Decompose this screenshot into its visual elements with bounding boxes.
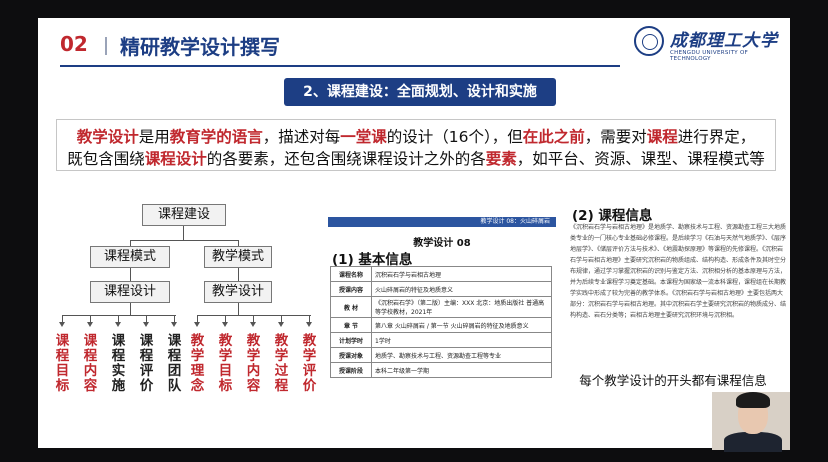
text: ，如平台、资源、课型、课程模式等 <box>516 150 765 168</box>
tree-leaf-label: 课程评价 <box>139 333 154 394</box>
table-row: 授课对象 地质学、勘察技术与工程、资源勘查工程等专业 <box>330 347 552 363</box>
table-row: 章 节第八章 火山碎屑岩 / 第一节 火山碎屑岩的特征及地质意义 <box>330 317 552 333</box>
presenter-webcam <box>712 392 790 452</box>
slide-header: 02 精研教学设计撰写 成都理工大学 CHENGDU UNIVERSITY OF… <box>38 18 790 76</box>
table-key-cell: 章 节 <box>330 317 372 333</box>
table-key-cell: 计划学时 <box>330 332 372 348</box>
keyword: 教学设计 <box>76 128 139 146</box>
tree-leaf-label: 课程目标 <box>55 333 70 394</box>
logo-english-name: CHENGDU UNIVERSITY OF TECHNOLOGY <box>670 50 749 62</box>
table-row: 计划学时 1学时 <box>330 332 552 348</box>
table-value-cell: 地质学、勘察技术与工程、资源勘查工程等专业 <box>371 347 552 363</box>
arrow-down-icon <box>87 322 93 327</box>
page-title: 精研教学设计撰写 <box>120 35 280 59</box>
tree-teaching-mode-box: 教学模式 <box>204 246 272 268</box>
tree-leaf-label: 教学内容 <box>246 333 261 394</box>
tree-leaf-label: 课程实施 <box>111 333 126 394</box>
table-value-cell: 火山碎屑岩的特征及地质意义 <box>371 281 552 297</box>
arrow-down-icon <box>143 322 149 327</box>
document-header-bar: 教学设计 08：火山碎屑岩 <box>328 217 556 227</box>
document-title: 教学设计 08 <box>413 238 471 249</box>
tree-leaf-label: 教学过程 <box>274 333 289 394</box>
course-info-paragraph: 《沉积岩石学与岩相古地理》是地质学、勘察技术与工程、资源勘查工程三大地质类专业的… <box>570 224 787 319</box>
course-info-heading: (2) 课程信息 <box>572 208 653 224</box>
description-line-1: 教学设计是用教育学的语言，描述对每一堂课的设计（16个），但在此之前，需要对课程… <box>57 126 775 148</box>
tree-leaf-label: 教学评价 <box>302 333 317 394</box>
header-underline <box>60 65 620 67</box>
presenter-body <box>724 432 782 452</box>
table-row: 授课内容 火山碎屑岩的特征及地质意义 <box>330 281 552 297</box>
description-box: 教学设计是用教育学的语言，描述对每一堂课的设计（16个），但在此之前，需要对课程… <box>56 119 776 171</box>
arrow-down-icon <box>194 322 200 327</box>
header-separator <box>105 37 107 55</box>
table-key-cell: 课程名称 <box>330 266 372 282</box>
tree-leaf-label: 教学理念 <box>190 333 205 394</box>
connector <box>238 303 239 315</box>
keyword: 在此之前 <box>522 128 585 146</box>
table-key-cell: 教 材 <box>330 296 372 318</box>
slide: 02 精研教学设计撰写 成都理工大学 CHENGDU UNIVERSITY OF… <box>38 18 790 448</box>
connector <box>130 240 238 241</box>
table-value-cell: 沉积岩石学与岩相古地理 <box>371 266 552 282</box>
table-value-cell: 《沉积岩石学》（第二版）主编：XXX 北京：地质出版社 普通高等学校教材，202… <box>371 296 552 318</box>
keyword: 要素 <box>485 150 517 168</box>
section-banner: 2、课程建设：全面规划、设计和实施 <box>284 78 556 106</box>
table-row: 授课阶段 本科二年级第一学期 <box>330 362 552 378</box>
university-seal-icon <box>634 26 664 56</box>
lesson-plan-document: 教学设计 08：火山碎屑岩 教学设计 08 (1) 基本信息 课程名称 沉积岩石学… <box>328 214 556 390</box>
section-number: 02 <box>60 32 88 56</box>
text: 的各要素，还包含围绕课程设计之外的各 <box>206 150 486 168</box>
connector <box>197 315 311 316</box>
text: 进行界定， <box>677 128 756 146</box>
keyword: 教育学的语言 <box>169 128 263 146</box>
text: 既包含围绕 <box>67 150 145 168</box>
document-header-text: 教学设计 08：火山碎屑岩 <box>480 218 550 225</box>
tree-course-design-box: 课程设计 <box>90 281 170 303</box>
arrow-down-icon <box>222 322 228 327</box>
text: ，描述对每 <box>262 128 341 146</box>
text: 的设计（16个），但 <box>386 128 523 146</box>
basic-info-table: 课程名称 沉积岩石学与岩相古地理 授课内容 火山碎屑岩的特征及地质意义教 材《沉积岩石… <box>330 266 552 378</box>
table-value-cell: 本科二年级第一学期 <box>371 362 552 378</box>
connector <box>130 303 131 315</box>
tree-teaching-design-box: 教学设计 <box>204 281 272 303</box>
tree-leaf-label: 教学目标 <box>218 333 233 394</box>
basic-info-heading: (1) 基本信息 <box>332 252 413 268</box>
caption-text: 每个教学设计的开头都有课程信息 <box>568 373 778 389</box>
table-value-cell: 1学时 <box>371 332 552 348</box>
text: 是用 <box>138 128 170 146</box>
table-row: 课程名称 沉积岩石学与岩相古地理 <box>330 266 552 282</box>
logo-chinese-name: 成都理工大学 <box>670 31 778 51</box>
arrow-down-icon <box>306 322 312 327</box>
arrow-down-icon <box>59 322 65 327</box>
connector <box>183 226 184 240</box>
text: ，需要对 <box>584 128 647 146</box>
table-row: 教 材《沉积岩石学》（第二版）主编：XXX 北京：地质出版社 普通高等学校教材，… <box>330 296 552 318</box>
tree-root-box: 课程建设 <box>142 204 226 226</box>
table-value-cell: 第八章 火山碎屑岩 / 第一节 火山碎屑岩的特征及地质意义 <box>371 317 552 333</box>
keyword: 课程设计 <box>144 150 207 168</box>
table-key-cell: 授课阶段 <box>330 362 372 378</box>
arrow-down-icon <box>250 322 256 327</box>
description-line-2: 既包含围绕课程设计的各要素，还包含围绕课程设计之外的各要素，如平台、资源、课型、… <box>57 148 775 170</box>
tree-leaf-label: 课程内容 <box>83 333 98 394</box>
connector <box>238 268 239 281</box>
keyword: 一堂课 <box>340 128 387 146</box>
table-key-cell: 授课内容 <box>330 281 372 297</box>
table-key-cell: 授课对象 <box>330 347 372 363</box>
tree-course-mode-box: 课程模式 <box>90 246 170 268</box>
connector <box>62 315 176 316</box>
tree-leaf-label: 课程团队 <box>167 333 182 394</box>
presenter-hair <box>736 392 770 408</box>
arrow-down-icon <box>278 322 284 327</box>
university-logo: 成都理工大学 CHENGDU UNIVERSITY OF TECHNOLOGY <box>634 24 784 66</box>
arrow-down-icon <box>171 322 177 327</box>
connector <box>130 268 131 281</box>
keyword: 课程 <box>646 128 678 146</box>
arrow-down-icon <box>115 322 121 327</box>
